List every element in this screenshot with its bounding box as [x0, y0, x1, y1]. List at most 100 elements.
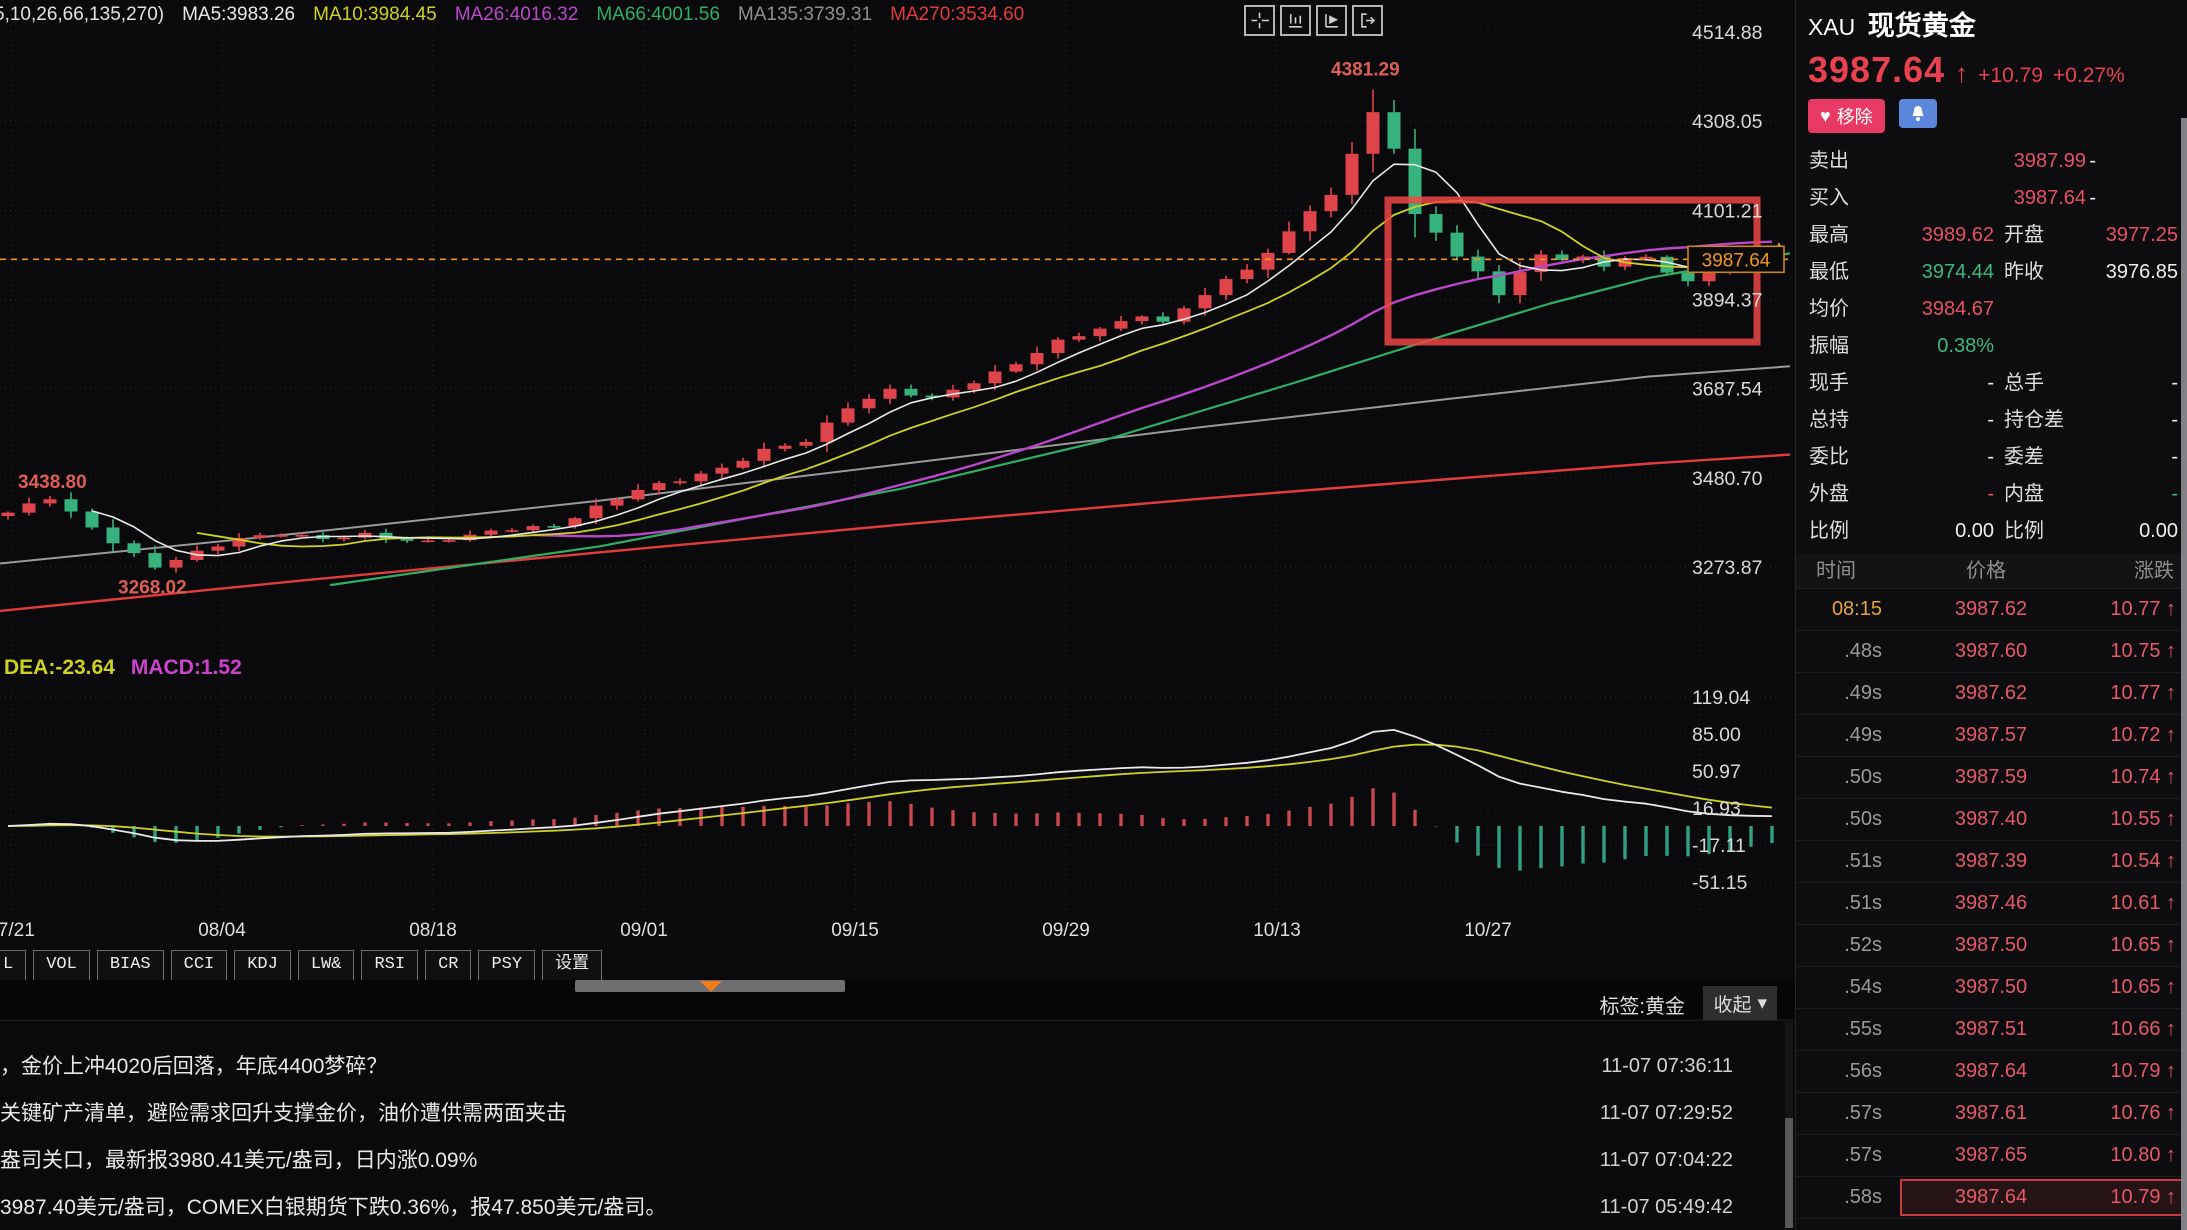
- quote-value: 3974.44: [1876, 254, 1994, 291]
- news-timestamp: 11-07 07:29:52: [1600, 1090, 1733, 1137]
- svg-text:16.93: 16.93: [1692, 798, 1741, 820]
- svg-text:50.97: 50.97: [1692, 761, 1741, 783]
- quote-value: -: [2058, 476, 2178, 513]
- remove-favorite-button[interactable]: ♥ 移除: [1808, 99, 1885, 133]
- quote-row-卖出: 卖出3987.99-: [1796, 143, 2187, 180]
- tick-price: 3987.57: [1926, 715, 2056, 756]
- quote-label: 开盘: [2004, 217, 2044, 254]
- tick-time: .57s: [1796, 1135, 1882, 1176]
- indicator-tab-psy[interactable]: PSY: [478, 950, 535, 982]
- news-item[interactable]: 3987.40美元/盎司，COMEX白银期货下跌0.36%，报47.850美元/…: [0, 1184, 1795, 1230]
- news-title[interactable]: 关键矿产清单，避险需求回升支撑金价，油价遭供需两面夹击: [0, 1090, 567, 1137]
- tick-price: 3987.62: [1926, 589, 2056, 630]
- quote-value: -: [2058, 439, 2178, 476]
- indicator-tab-vol[interactable]: VOL: [33, 950, 90, 982]
- date-label-08/18: 08/18: [398, 920, 468, 942]
- quote-label: 均价: [1809, 291, 1849, 328]
- chart-flag-icon[interactable]: [1316, 5, 1347, 36]
- svg-text:-51.15: -51.15: [1692, 872, 1747, 894]
- tick-row: 08:153987.6210.77 ↑: [1796, 589, 2187, 631]
- quote-value: -: [1876, 365, 1994, 402]
- indicator-tab-kdj[interactable]: KDJ: [234, 950, 291, 982]
- tick-time: .56s: [1796, 1051, 1882, 1092]
- svg-text:119.04: 119.04: [1692, 687, 1750, 709]
- indicator-tab-rsi[interactable]: RSI: [361, 950, 418, 982]
- indicator-tab-bias[interactable]: BIAS: [97, 950, 164, 982]
- news-item[interactable]: ，金价上冲4020后回落，年底4400梦碎？11-07 07:36:11: [0, 1043, 1795, 1090]
- scrollbar-handle-icon[interactable]: [700, 981, 722, 992]
- trading-app: 5,10,26,66,135,270)MA5:3983.26MA10:3984.…: [0, 0, 2187, 1230]
- collapse-label: 收起: [1713, 990, 1751, 1017]
- quote-label: 外盘: [1809, 476, 1849, 513]
- ma-legend: 5,10,26,66,135,270)MA5:3983.26MA10:3984.…: [0, 2, 1024, 28]
- news-scrollbar[interactable]: [1785, 1022, 1793, 1228]
- indicator-tab-cr[interactable]: CR: [425, 950, 471, 982]
- tick-row: .55s3987.5110.66 ↑: [1796, 1009, 2187, 1051]
- tick-row: .57s3987.6110.76 ↑: [1796, 1093, 2187, 1135]
- quote-row-委比: 委比-委差-: [1796, 439, 2187, 476]
- heart-icon: ♥: [1820, 106, 1831, 127]
- price-change-pct: +0.27%: [2053, 64, 2125, 88]
- tick-col-change: 涨跌: [2134, 554, 2174, 588]
- indicator-tab-cci[interactable]: CCI: [171, 950, 228, 982]
- tick-change: 10.61 ↑: [2066, 883, 2176, 924]
- quote-value: -: [1976, 180, 2096, 217]
- indicator-tab-设置[interactable]: 设置: [542, 950, 602, 982]
- indicator-tab-lw&[interactable]: LW&: [298, 950, 355, 982]
- tick-change: 10.74 ↑: [2066, 757, 2176, 798]
- alert-bell-button[interactable]: [1899, 99, 1937, 128]
- quote-value: -: [1876, 402, 1994, 439]
- tick-row: .48s3987.6010.75 ↑: [1796, 631, 2187, 673]
- popout-icon[interactable]: [1352, 5, 1383, 36]
- tick-row: .50s3987.4010.55 ↑: [1796, 799, 2187, 841]
- collapse-button[interactable]: 收起 ▾: [1703, 986, 1777, 1021]
- tick-row: .56s3987.6410.79 ↑: [1796, 1051, 2187, 1093]
- tick-time: .57s: [1796, 1093, 1882, 1134]
- date-label-09/01: 09/01: [609, 920, 679, 942]
- quote-row-比例: 比例0.00比例0.00: [1796, 513, 2187, 550]
- chart-baseline-icon[interactable]: [1280, 5, 1311, 36]
- news-title[interactable]: 盎司关口，最新报3980.41美元/盎司，日内涨0.09%: [0, 1137, 477, 1184]
- panel-scrollbar[interactable]: [2181, 118, 2187, 1230]
- macd-chart[interactable]: 119.0485.0050.9716.93-17.11-51.15: [0, 684, 1795, 916]
- quote-value: 3984.67: [1876, 291, 1994, 328]
- bell-icon: [1910, 105, 1926, 123]
- news-header: 标签:黄金 收起 ▾: [0, 980, 1795, 1018]
- news-title[interactable]: ，金价上冲4020后回落，年底4400梦碎？: [0, 1043, 387, 1090]
- news-title[interactable]: 3987.40美元/盎司，COMEX白银期货下跌0.36%，报47.850美元/…: [0, 1184, 666, 1230]
- tick-change: 10.75 ↑: [2066, 631, 2176, 672]
- symbol: XAU: [1808, 14, 1855, 40]
- quote-value: 3977.25: [2058, 217, 2178, 254]
- quote-value: 0.00: [1876, 513, 1994, 550]
- quote-value: -: [2058, 365, 2178, 402]
- date-label-07/21: 07/21: [0, 920, 46, 942]
- svg-text:3894.37: 3894.37: [1692, 290, 1763, 312]
- instrument-title: XAU 现货黄金: [1808, 4, 2176, 43]
- quote-label: 内盘: [2004, 476, 2044, 513]
- ma-value-3: MA26:4016.32: [455, 4, 579, 26]
- price-row: 3987.64 ↑ +10.79 +0.27%: [1808, 49, 2176, 91]
- svg-text:3987.64: 3987.64: [1702, 250, 1771, 271]
- quote-row-总持: 总持-持仓差-: [1796, 402, 2187, 439]
- tick-price: 3987.60: [1926, 631, 2056, 672]
- quote-label: 比例: [2004, 513, 2044, 550]
- candlestick-chart[interactable]: 4381.293438.803268.024514.884308.054101.…: [0, 0, 1795, 660]
- news-item[interactable]: 盎司关口，最新报3980.41美元/盎司，日内涨0.09%11-07 07:04…: [0, 1137, 1795, 1184]
- tick-change: 10.54 ↑: [2066, 841, 2176, 882]
- remove-label: 移除: [1837, 103, 1873, 129]
- tick-change: 10.65 ↑: [2066, 925, 2176, 966]
- chart-scrollbar[interactable]: [575, 980, 845, 992]
- tick-time: .50s: [1796, 757, 1882, 798]
- indicator-tab-l[interactable]: L: [0, 950, 26, 982]
- price-change: +10.79: [1978, 64, 2043, 88]
- news-item[interactable]: 关键矿产清单，避险需求回升支撑金价，油价遭供需两面夹击 11-07 07:29:5…: [0, 1090, 1795, 1137]
- tick-change: 10.79 ↑: [2066, 1177, 2176, 1218]
- quote-row-振幅: 振幅0.38%: [1796, 328, 2187, 365]
- indicator-tabs: LVOLBIASCCIKDJLW&RSICRPSY设置: [0, 950, 602, 982]
- quote-label: 卖出: [1809, 143, 1849, 180]
- date-label-08/04: 08/04: [187, 920, 257, 942]
- move-tool-icon[interactable]: [1244, 5, 1275, 36]
- chart-toolbar: [1244, 5, 1383, 36]
- tick-price: 3987.40: [1926, 799, 2056, 840]
- quote-value: 0.00: [2058, 513, 2178, 550]
